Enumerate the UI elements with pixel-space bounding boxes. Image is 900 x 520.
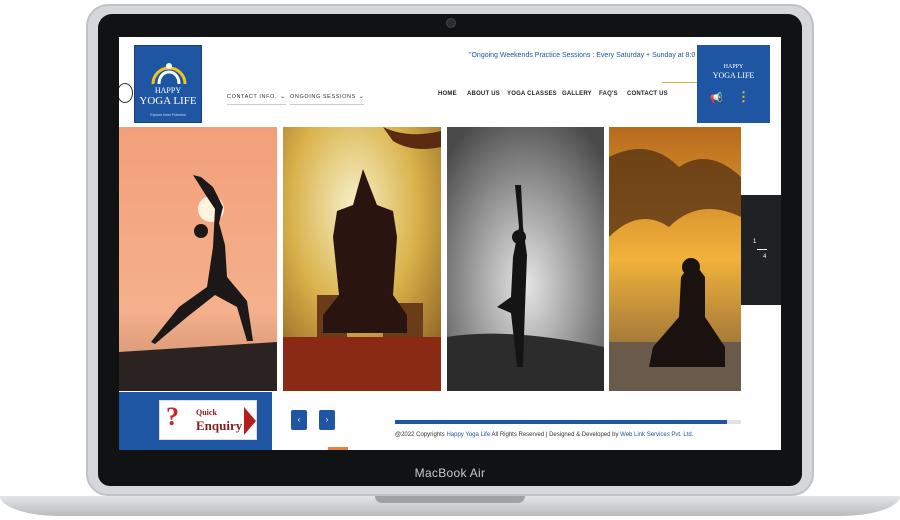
nav-home[interactable]: HOME (438, 91, 457, 97)
arrow-right-icon (244, 407, 256, 435)
accent-strip (328, 447, 348, 450)
footer-middle: All Rights Reserved | Designed & Develop… (490, 432, 621, 438)
logo-line1: HAPPY (154, 86, 182, 95)
site-footer: @2022 Copyrights Happy Yoga Life All Rig… (395, 432, 693, 438)
megaphone-icon[interactable]: 📢 (710, 93, 722, 104)
slider-progress-bar (395, 420, 741, 424)
footer-site-link[interactable]: Happy Yoga Life (446, 432, 490, 438)
slide-counter: 1 4 (741, 195, 781, 305)
slide-counter-total: 4 (763, 254, 767, 260)
logo-line2: YOGA LIFE (139, 95, 197, 107)
nav-yoga-classes[interactable]: YOGA CLASSES (507, 91, 557, 97)
dropdown-label: ONGOING SESSIONS (290, 94, 356, 100)
slide-counter-separator (757, 249, 767, 250)
slider-next-button[interactable]: › (319, 410, 335, 430)
slider-prev-button[interactable]: ‹ (291, 410, 307, 430)
slide-meditation[interactable] (609, 127, 741, 391)
nav-contact-us[interactable]: CONTACT US (627, 91, 668, 97)
sidebox-line2: YOGA LIFE (712, 71, 755, 80)
warrior-pose-image (119, 127, 277, 391)
dropdown-contact-info[interactable]: CONTACT INFO. ⌄ (227, 93, 286, 105)
header-side-box: HAPPY YOGA LIFE 📢 ⋮ (697, 45, 770, 123)
kebab-menu-icon[interactable]: ⋮ (737, 90, 750, 103)
dropdown-label: CONTACT INFO. (227, 94, 278, 100)
dropdown-ongoing-sessions[interactable]: ONGOING SESSIONS ⌄ (290, 93, 365, 105)
side-menu-handle[interactable] (119, 83, 133, 103)
chevron-down-icon: ⌄ (280, 94, 286, 100)
enquiry-line1: Quick (196, 408, 217, 417)
footer-developer-link[interactable]: Web Link Services Pvt. Ltd. (620, 432, 693, 438)
camera-icon (446, 18, 456, 28)
tree-pose-image (447, 127, 604, 391)
slide-seated-prayer[interactable] (283, 127, 441, 391)
laptop-notch (375, 496, 525, 503)
chevron-down-icon: ⌄ (358, 94, 365, 100)
device-brand: MacBook Air (414, 466, 486, 480)
slider-progress-fill (395, 420, 728, 424)
quick-enquiry-card[interactable]: ? Quick Enquiry (159, 400, 257, 440)
header-divider (662, 82, 697, 83)
nav-gallery[interactable]: GALLERY (562, 91, 592, 97)
nav-faqs[interactable]: FAQ'S (599, 91, 618, 97)
question-mark-icon: ? (166, 402, 179, 431)
website-screen: HAPPY YOGA LIFE Explore Inner Potential … (119, 37, 781, 450)
sidebox-line1: HAPPY (723, 64, 744, 70)
seated-prayer-image (283, 127, 441, 391)
enquiry-line2: Enquiry (196, 418, 243, 433)
logo-tagline: Explore Inner Potential (150, 113, 186, 117)
slide-warrior-pose[interactable] (119, 127, 277, 391)
footer-prefix: @2022 Copyrights (395, 432, 447, 438)
slide-tree-pose[interactable] (447, 127, 604, 391)
site-logo[interactable]: HAPPY YOGA LIFE Explore Inner Potential (134, 45, 202, 123)
site-header: HAPPY YOGA LIFE Explore Inner Potential … (119, 37, 781, 127)
announcement-ticker[interactable]: "Ongoing Weekends Practice Sessions : Ev… (469, 52, 695, 59)
nav-about-us[interactable]: ABOUT US (467, 91, 500, 97)
meditation-image (609, 127, 741, 391)
quick-enquiry-panel[interactable]: ? Quick Enquiry (119, 392, 272, 450)
yoga-logo-icon (151, 63, 187, 85)
slide-counter-current: 1 (753, 239, 757, 245)
